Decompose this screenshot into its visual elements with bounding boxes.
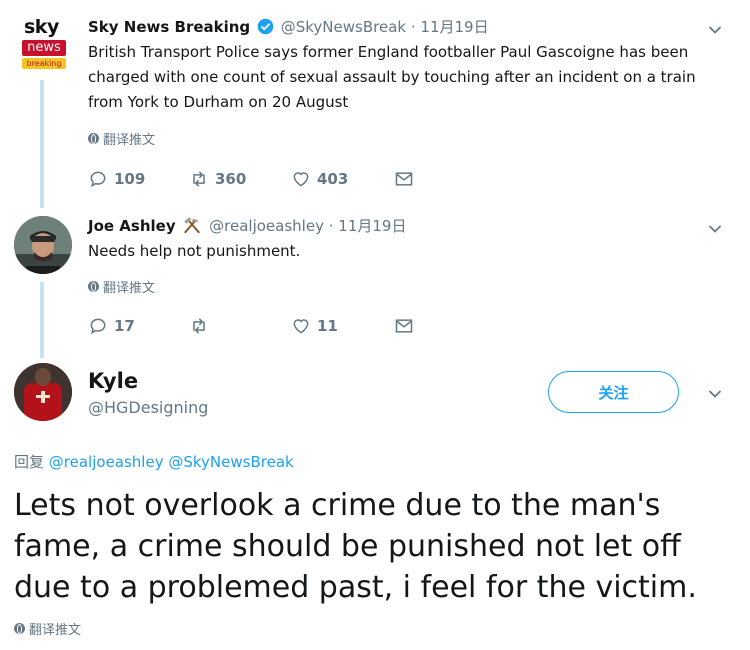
retweet-count: 360 bbox=[215, 170, 247, 188]
verified-badge-icon bbox=[257, 18, 274, 35]
envelope-icon bbox=[395, 172, 413, 186]
reply-count: 109 bbox=[114, 170, 146, 188]
tweet-text: British Transport Police says former Eng… bbox=[88, 43, 696, 111]
retweet-button[interactable] bbox=[189, 316, 215, 336]
logo-text-news: news bbox=[22, 40, 66, 56]
like-count: 11 bbox=[317, 317, 338, 335]
reply-prefix: 回复 bbox=[14, 453, 45, 471]
author-name[interactable]: Joe Ashley bbox=[88, 217, 176, 235]
thread-connector bbox=[40, 80, 44, 208]
follow-button[interactable]: 关注 bbox=[548, 371, 679, 413]
chevron-down-icon[interactable] bbox=[708, 23, 722, 37]
person-photo bbox=[14, 216, 72, 274]
retweet-icon bbox=[193, 171, 205, 187]
thread-connector bbox=[40, 282, 44, 358]
translate-tweet-link[interactable]: 翻译推文 bbox=[88, 277, 155, 296]
like-button[interactable]: 403 bbox=[291, 169, 348, 189]
reply-count: 17 bbox=[114, 317, 135, 335]
direct-message-button[interactable] bbox=[394, 169, 414, 189]
sky-news-avatar[interactable]: sky news breaking bbox=[14, 16, 72, 74]
logo-text-breaking: breaking bbox=[22, 58, 66, 69]
retweet-button[interactable]: 360 bbox=[189, 169, 246, 189]
mention-link[interactable]: @realjoeashley bbox=[49, 453, 164, 471]
reply-icon bbox=[90, 318, 106, 335]
retweet-icon bbox=[193, 318, 205, 334]
heart-icon bbox=[293, 319, 309, 334]
main-tweet-text: Lets not overlook a crime due to the man… bbox=[14, 488, 697, 605]
translate-tweet-link[interactable]: 翻译推文 bbox=[88, 129, 155, 148]
author-name[interactable]: Sky News Breaking bbox=[88, 18, 250, 36]
chevron-down-icon[interactable] bbox=[708, 387, 722, 401]
globe-icon bbox=[88, 133, 99, 144]
author-handle[interactable]: @realjoeashley bbox=[209, 217, 324, 235]
person-photo bbox=[14, 363, 72, 421]
replying-to: 回复 @realjoeashley @SkyNewsBreak bbox=[14, 451, 294, 472]
reply-button[interactable]: 109 bbox=[88, 169, 145, 189]
translate-label: 翻译推文 bbox=[103, 281, 156, 296]
translate-tweet-link[interactable]: 翻译推文 bbox=[14, 619, 81, 638]
mention-link[interactable]: @SkyNewsBreak bbox=[168, 453, 293, 471]
translate-label: 翻译推文 bbox=[103, 133, 156, 148]
globe-icon bbox=[14, 623, 25, 634]
envelope-icon bbox=[395, 319, 413, 333]
joe-ashley-avatar[interactable] bbox=[14, 216, 72, 274]
like-count: 403 bbox=[317, 170, 349, 188]
reply-button[interactable]: 17 bbox=[88, 316, 135, 336]
tweet-text: Needs help not punishment. bbox=[88, 242, 301, 260]
reply-icon bbox=[90, 171, 106, 188]
kyle-avatar[interactable] bbox=[14, 363, 72, 421]
heart-icon bbox=[293, 172, 309, 187]
author-name[interactable]: Kyle bbox=[88, 369, 138, 393]
hammer-pick-icon bbox=[184, 217, 201, 234]
author-handle[interactable]: @SkyNewsBreak bbox=[281, 18, 406, 36]
direct-message-button[interactable] bbox=[394, 316, 414, 336]
like-button[interactable]: 11 bbox=[291, 316, 338, 336]
logo-text-sky: sky bbox=[24, 16, 59, 38]
tweet-header: Sky News Breaking @SkyNewsBreak · 11月19日 bbox=[88, 16, 489, 37]
tweet-date[interactable]: · 11月19日 bbox=[329, 217, 407, 235]
translate-label: 翻译推文 bbox=[29, 623, 82, 638]
tweet-date[interactable]: · 11月19日 bbox=[411, 18, 489, 36]
tweet-header: Joe Ashley @realjoeashley · 11月19日 bbox=[88, 215, 406, 236]
author-handle[interactable]: @HGDesigning bbox=[88, 398, 208, 417]
globe-icon bbox=[88, 281, 99, 292]
chevron-down-icon[interactable] bbox=[708, 222, 722, 236]
